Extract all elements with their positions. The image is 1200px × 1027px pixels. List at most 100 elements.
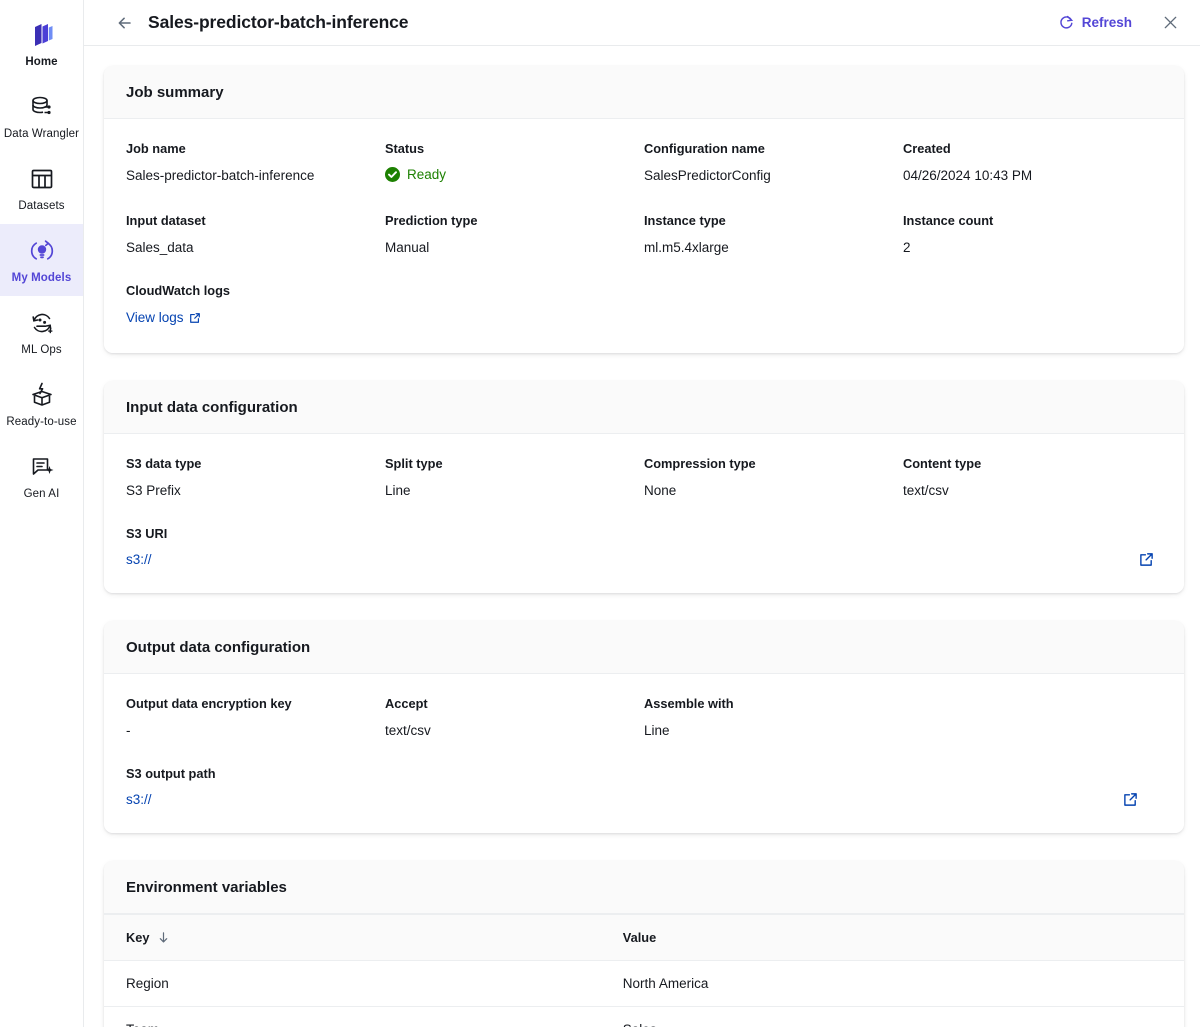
field-input-dataset: Input dataset Sales_data — [126, 213, 385, 257]
sidebar-item-data-wrangler[interactable]: Data Wrangler — [0, 80, 83, 152]
s3-uri-label: S3 URI — [126, 526, 1162, 542]
sidebar-item-label: My Models — [12, 272, 72, 285]
field-label: Configuration name — [644, 141, 885, 157]
job-summary-row-1: Job name Sales-predictor-batch-inference… — [126, 141, 1162, 187]
field-compression-type: Compression type None — [644, 456, 903, 500]
table-header-row: Key Value — [104, 915, 1184, 961]
table-body: Region North America Team Sales — [104, 961, 1184, 1027]
field-cloudwatch-logs: CloudWatch logs View logs — [126, 283, 385, 327]
field-label: Accept — [385, 696, 626, 712]
field-value: 2 — [903, 239, 1144, 257]
field-output-encryption-key: Output data encryption key - — [126, 696, 385, 740]
arrow-left-icon[interactable] — [114, 12, 136, 34]
field-value: Line — [385, 482, 626, 500]
field-value: - — [126, 722, 367, 740]
field-label: CloudWatch logs — [126, 283, 367, 299]
input-data-configuration-card: Input data configuration S3 data type S3… — [104, 381, 1184, 593]
column-label: Key — [126, 930, 149, 945]
field-value: text/csv — [385, 722, 626, 740]
refresh-label: Refresh — [1082, 15, 1132, 30]
field-s3-data-type: S3 data type S3 Prefix — [126, 456, 385, 500]
main-panel: Sales-predictor-batch-inference Refresh — [84, 0, 1200, 1027]
sidebar-item-home[interactable]: Home — [0, 8, 83, 80]
field-content-type: Content type text/csv — [903, 456, 1162, 500]
database-flow-icon — [27, 92, 57, 122]
column-header-value[interactable]: Value — [601, 915, 1184, 961]
card-header: Environment variables — [104, 861, 1184, 914]
sidebar-item-label: ML Ops — [21, 344, 61, 357]
field-label: Output data encryption key — [126, 696, 367, 712]
view-logs-link[interactable]: View logs — [126, 310, 201, 325]
sidebar-item-label: Ready-to-use — [6, 416, 76, 429]
cell-value: Sales — [601, 1007, 1184, 1027]
field-label: Content type — [903, 456, 1144, 472]
home-logo-icon — [27, 20, 57, 50]
field-label: Created — [903, 141, 1144, 157]
output-config-title: Output data configuration — [126, 639, 1162, 656]
card-body: Output data encryption key - Accept text… — [104, 674, 1184, 833]
field-value: text/csv — [903, 482, 1144, 500]
table-grid-icon — [27, 164, 57, 194]
arrow-down-icon — [157, 931, 170, 944]
field-spacer-d — [903, 696, 1162, 740]
field-spacer-a — [385, 283, 644, 327]
environment-variables-card: Environment variables Key — [104, 861, 1184, 1027]
sidebar-item-label: Data Wrangler — [4, 128, 79, 141]
status-badge: Ready — [385, 167, 446, 182]
sidebar-item-label: Datasets — [18, 200, 64, 213]
refresh-button[interactable]: Refresh — [1058, 14, 1132, 31]
environment-variables-table: Key Value — [104, 914, 1184, 1027]
field-spacer-b — [644, 283, 903, 327]
sidebar-item-ml-ops[interactable]: ML Ops — [0, 296, 83, 368]
field-label: Instance count — [903, 213, 1144, 229]
field-label: Input dataset — [126, 213, 367, 229]
input-config-row-2: S3 URI s3:// — [126, 526, 1162, 567]
field-value: Sales_data — [126, 239, 367, 257]
field-label: Compression type — [644, 456, 885, 472]
refresh-icon — [1058, 14, 1075, 31]
field-value: Manual — [385, 239, 626, 257]
s3-uri-link[interactable]: s3:// — [126, 552, 152, 567]
field-instance-count: Instance count 2 — [903, 213, 1162, 257]
field-value: Sales-predictor-batch-inference — [126, 167, 367, 185]
input-config-title: Input data configuration — [126, 399, 1162, 416]
close-icon[interactable] — [1158, 11, 1182, 35]
field-prediction-type: Prediction type Manual — [385, 213, 644, 257]
external-link-box-icon[interactable] — [1139, 552, 1162, 567]
s3-output-path-link[interactable]: s3:// — [126, 792, 152, 807]
field-instance-type: Instance type ml.m5.4xlarge — [644, 213, 903, 257]
sidebar-item-label: Gen AI — [24, 488, 60, 501]
output-config-row-2: S3 output path s3:// — [126, 766, 1162, 807]
field-label: Assemble with — [644, 696, 885, 712]
field-spacer-c — [903, 283, 1162, 327]
field-value: Line — [644, 722, 885, 740]
sidebar-item-datasets[interactable]: Datasets — [0, 152, 83, 224]
check-circle-icon — [385, 167, 400, 182]
table-row: Team Sales — [104, 1007, 1184, 1027]
field-value: SalesPredictorConfig — [644, 167, 885, 185]
field-assemble-with: Assemble with Line — [644, 696, 903, 740]
field-value: 04/26/2024 10:43 PM — [903, 167, 1144, 185]
field-value: ml.m5.4xlarge — [644, 239, 885, 257]
table-row: Region North America — [104, 961, 1184, 1007]
external-link-box-icon[interactable] — [1123, 792, 1162, 807]
ml-ops-cycle-icon — [27, 308, 57, 338]
s3-output-path-row: s3:// — [126, 792, 1162, 807]
sidebar-item-my-models[interactable]: My Models — [0, 224, 83, 296]
job-summary-row-3: CloudWatch logs View logs — [126, 283, 1162, 327]
s3-output-path-label: S3 output path — [126, 766, 1162, 782]
field-created: Created 04/26/2024 10:43 PM — [903, 141, 1162, 187]
sidebar-item-gen-ai[interactable]: Gen AI — [0, 440, 83, 512]
sidebar-item-ready-to-use[interactable]: Ready-to-use — [0, 368, 83, 440]
field-value: None — [644, 482, 885, 500]
output-data-configuration-card: Output data configuration Output data en… — [104, 621, 1184, 833]
field-label: Split type — [385, 456, 626, 472]
column-header-key[interactable]: Key — [104, 915, 601, 961]
environment-variables-title: Environment variables — [126, 879, 1162, 896]
status-label: Ready — [407, 167, 446, 182]
cell-value: North America — [601, 961, 1184, 1007]
field-configuration-name: Configuration name SalesPredictorConfig — [644, 141, 903, 187]
field-split-type: Split type Line — [385, 456, 644, 500]
field-label: Status — [385, 141, 626, 157]
card-body: Job name Sales-predictor-batch-inference… — [104, 119, 1184, 353]
